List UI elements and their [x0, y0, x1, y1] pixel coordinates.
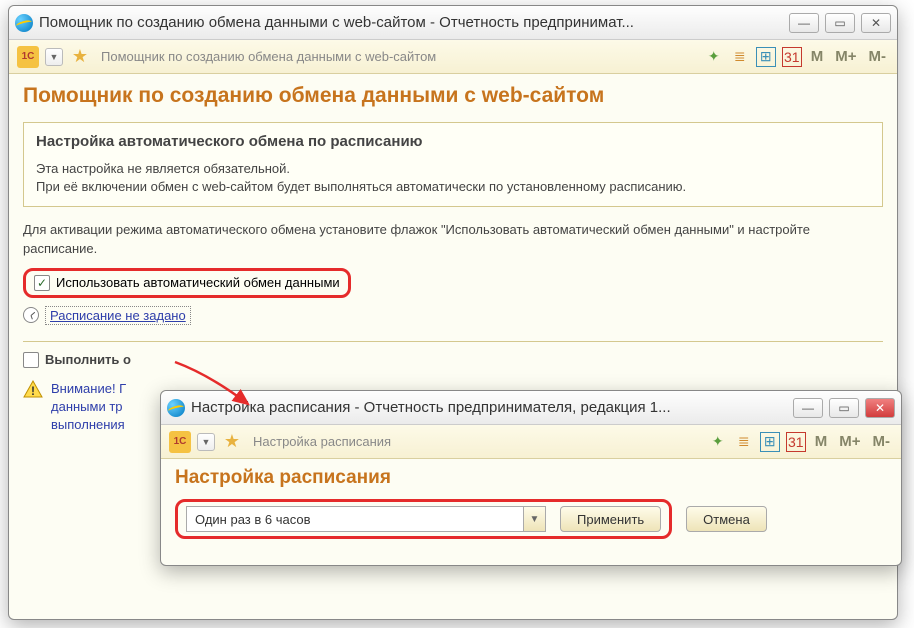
- sub-titlebar: Настройка расписания - Отчетность предпр…: [161, 391, 901, 425]
- close-button[interactable]: ✕: [861, 13, 891, 33]
- warning-icon: !: [23, 380, 43, 398]
- list-icon[interactable]: ≣: [730, 47, 750, 67]
- m-plus-button[interactable]: M+: [836, 433, 863, 450]
- sub-toolbar-breadcrumb: Настройка расписания: [249, 434, 702, 449]
- 1c-logo-icon[interactable]: 1C: [17, 46, 39, 68]
- list-icon[interactable]: ≣: [734, 432, 754, 452]
- calendar-icon[interactable]: 31: [786, 432, 806, 452]
- sub-heading: Настройка расписания: [175, 467, 887, 489]
- activation-text: Для активации режима автоматического обм…: [23, 221, 883, 257]
- 1c-logo-icon[interactable]: 1C: [169, 431, 191, 453]
- checkbox-highlight: ✓ Использовать автоматический обмен данн…: [23, 268, 351, 298]
- main-window-title: Помощник по созданию обмена данными с we…: [39, 14, 789, 31]
- window-controls: — ▭ ✕: [793, 398, 895, 418]
- apply-button[interactable]: Применить: [560, 506, 661, 532]
- main-toolbar: 1C ▼ ★ Помощник по созданию обмена данны…: [9, 40, 897, 74]
- sub-toolbar: 1C ▼ ★ Настройка расписания ✦ ≣ ⊞ 31 M M…: [161, 425, 901, 459]
- m-minus-button[interactable]: M-: [870, 433, 894, 450]
- schedule-config-window: Настройка расписания - Отчетность предпр…: [160, 390, 902, 566]
- cancel-button[interactable]: Отмена: [686, 506, 767, 532]
- clock-icon: [23, 307, 39, 323]
- schedule-row: Расписание не задано: [23, 306, 883, 325]
- toolbar-right-group: ✦ ≣ ⊞ 31 M M+ M-: [704, 47, 889, 67]
- main-titlebar: Помощник по созданию обмена данными с we…: [9, 6, 897, 40]
- ie-logo-icon: [167, 399, 185, 417]
- checkbox-label: Использовать автоматический обмен данным…: [56, 275, 340, 290]
- ie-logo-icon: [15, 14, 33, 32]
- schedule-select[interactable]: Один раз в 6 часов ▼: [186, 506, 546, 532]
- add-favorite-icon[interactable]: ✦: [708, 432, 728, 452]
- section-line1: Эта настройка не является обязательной.: [36, 160, 870, 178]
- close-button[interactable]: ✕: [865, 398, 895, 418]
- execute-checkbox[interactable]: [23, 352, 39, 368]
- schedule-select-value: Один раз в 6 часов: [187, 512, 523, 527]
- section-heading: Настройка автоматического обмена по расп…: [36, 133, 870, 150]
- maximize-button[interactable]: ▭: [825, 13, 855, 33]
- main-content: Помощник по созданию обмена данными с we…: [9, 74, 897, 444]
- m-plus-button[interactable]: M+: [832, 48, 859, 65]
- sub-controls-row: Один раз в 6 часов ▼ Применить Отмена: [175, 499, 887, 539]
- execute-label: Выполнить о: [45, 352, 131, 367]
- favorite-star-icon[interactable]: ★: [69, 46, 91, 68]
- favorite-star-icon[interactable]: ★: [221, 431, 243, 453]
- sub-highlight: Один раз в 6 часов ▼ Применить: [175, 499, 672, 539]
- auto-exchange-section: Настройка автоматического обмена по расп…: [23, 122, 883, 207]
- use-auto-exchange-checkbox[interactable]: ✓: [34, 275, 50, 291]
- page-title: Помощник по созданию обмена данными с we…: [23, 84, 883, 108]
- add-favorite-icon[interactable]: ✦: [704, 47, 724, 67]
- toolbar-right-group: ✦ ≣ ⊞ 31 M M+ M-: [708, 432, 893, 452]
- warning-text: Внимание! Г данными тр выполнения: [51, 380, 126, 435]
- minimize-button[interactable]: —: [793, 398, 823, 418]
- toolbar-dropdown-icon[interactable]: ▼: [45, 48, 63, 66]
- divider: [23, 341, 883, 342]
- maximize-button[interactable]: ▭: [829, 398, 859, 418]
- schedule-link[interactable]: Расписание не задано: [45, 306, 191, 325]
- calculator-icon[interactable]: ⊞: [756, 47, 776, 67]
- minimize-button[interactable]: —: [789, 13, 819, 33]
- window-controls: — ▭ ✕: [789, 13, 891, 33]
- sub-window-title: Настройка расписания - Отчетность предпр…: [191, 399, 793, 416]
- toolbar-breadcrumb: Помощник по созданию обмена данными с we…: [97, 49, 698, 64]
- svg-text:!: !: [31, 384, 35, 398]
- execute-row: Выполнить о: [23, 352, 883, 368]
- calculator-icon[interactable]: ⊞: [760, 432, 780, 452]
- chevron-down-icon[interactable]: ▼: [523, 507, 545, 531]
- m-minus-button[interactable]: M-: [866, 48, 890, 65]
- toolbar-dropdown-icon[interactable]: ▼: [197, 433, 215, 451]
- calendar-icon[interactable]: 31: [782, 47, 802, 67]
- section-line2: При её включении обмен с web-сайтом буде…: [36, 178, 870, 196]
- m-button[interactable]: M: [812, 433, 831, 450]
- m-button[interactable]: M: [808, 48, 827, 65]
